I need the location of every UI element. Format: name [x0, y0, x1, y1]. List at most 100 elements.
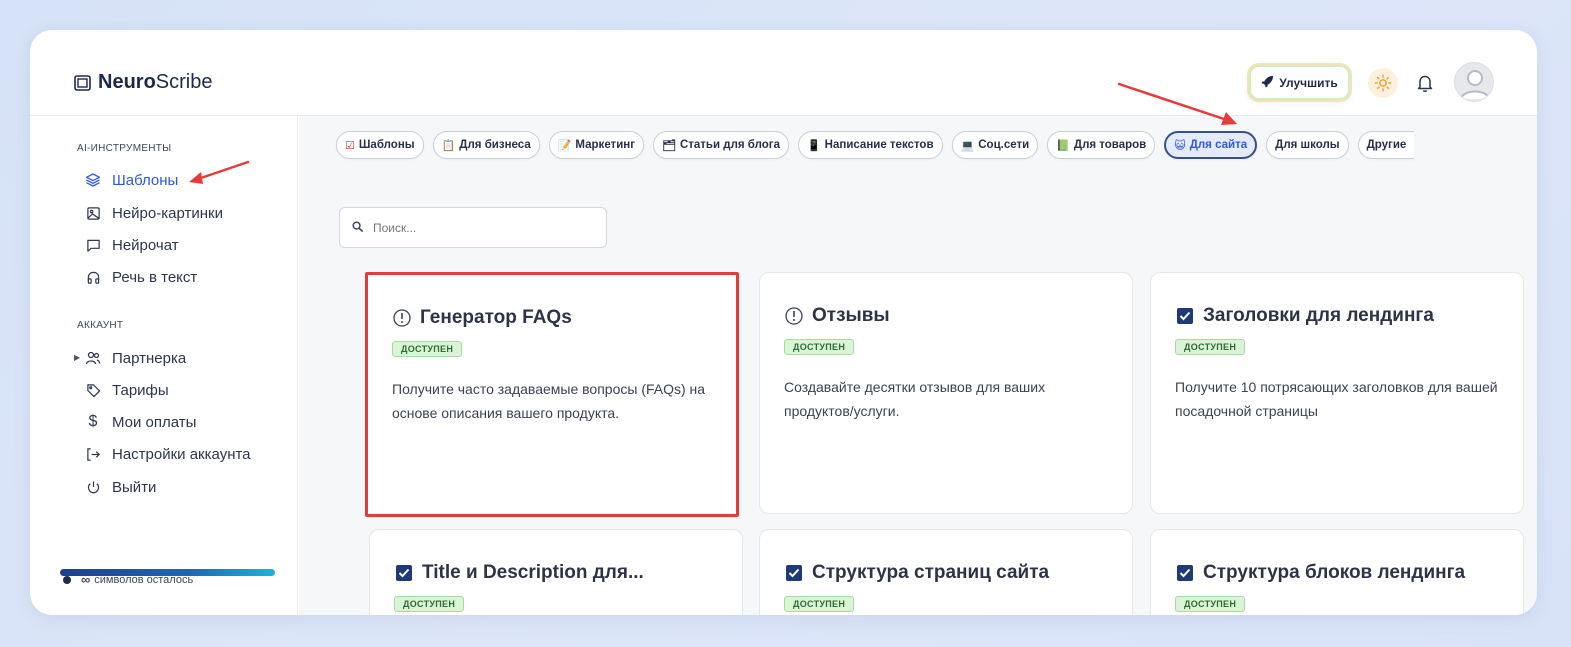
chip-website[interactable]: 😺 Для сайта [1164, 131, 1258, 159]
section-label-tools: AI-ИНСТРУМЕНТЫ [77, 143, 172, 154]
status-badge: ДОСТУПЕН [1175, 596, 1246, 612]
card-title: Отзывы [784, 305, 1108, 327]
chip-other[interactable]: Другие [1357, 131, 1415, 159]
chip-marketing[interactable]: 📝 Маркетинг [548, 131, 644, 159]
card-title-text: Заголовки для лендинга [1203, 305, 1434, 326]
sidebar-item-label: Партнерка [112, 349, 187, 367]
info-circle-icon [392, 308, 412, 328]
sidebar-item-label: Речь в текст [112, 268, 198, 286]
layers-icon [84, 171, 102, 189]
book-icon: 📗 [1056, 139, 1070, 152]
upgrade-label: Улучшить [1279, 75, 1338, 90]
template-card-title-description[interactable]: Title и Description для... ДОСТУПЕН [369, 529, 743, 615]
credits-progress-bar [60, 569, 275, 576]
sidebar-item-templates[interactable]: Шаблоны [84, 171, 178, 189]
main-content: ☑ Шаблоны 📋 Для бизнеса 📝 Маркетинг 🗂 Статьи… [299, 116, 1537, 615]
chat-icon [84, 236, 102, 254]
logout-arrow-icon [84, 445, 102, 463]
chip-label: Для товаров [1073, 139, 1147, 151]
sidebar-item-tariffs[interactable]: Тарифы [84, 381, 169, 399]
chip-label: Для школы [1275, 139, 1340, 151]
logo[interactable]: Neuro Scribe [74, 71, 213, 94]
template-card-site-structure[interactable]: Структура страниц сайта ДОСТУПЕН [759, 529, 1133, 615]
sidebar-item-label: Настройки аккаунта [112, 445, 251, 463]
checkbox-icon [1175, 563, 1195, 583]
chip-business[interactable]: 📋 Для бизнеса [432, 131, 540, 159]
checkbox-icon [394, 563, 414, 583]
chip-templates[interactable]: ☑ Шаблоны [336, 131, 424, 159]
notifications-bell-icon[interactable] [1414, 72, 1436, 94]
card-description: Создавайте десятки отзывов для ваших про… [784, 379, 1046, 419]
sidebar-item-neuro-images[interactable]: Нейро-картинки [84, 204, 223, 222]
sidebar-item-label: Нейрочат [112, 236, 179, 254]
card-title: Структура блоков лендинга [1175, 562, 1499, 584]
upgrade-button[interactable]: Улучшить [1249, 65, 1350, 100]
card-title: Структура страниц сайта [784, 562, 1108, 584]
image-icon [84, 204, 102, 222]
chip-label: Другие [1366, 139, 1407, 151]
logo-text-bold: Neuro [98, 71, 156, 93]
template-card-landing-headlines[interactable]: Заголовки для лендинга ДОСТУПЕН Получите… [1150, 272, 1524, 514]
power-icon [84, 478, 102, 496]
chip-label: Соц.сети [978, 139, 1030, 151]
card-title-text: Структура блоков лендинга [1203, 562, 1466, 583]
search-input[interactable] [373, 220, 583, 235]
headphones-icon [84, 268, 102, 286]
chip-label: Для бизнеса [459, 139, 531, 151]
users-icon [84, 349, 102, 367]
card-title-text: Title и Description для... [422, 562, 644, 583]
chip-label: Статьи для блога [679, 139, 780, 151]
card-description: Получите часто задаваемые вопросы (FAQs)… [392, 381, 706, 421]
chip-blog-articles[interactable]: 🗂 Статьи для блога [653, 131, 789, 159]
section-label-account: АККАУНТ [77, 320, 124, 331]
card-title: Генератор FAQs [392, 307, 712, 329]
sidebar: AI-ИНСТРУМЕНТЫ Шаблоны Нейро-картинки Не… [30, 116, 298, 615]
user-avatar[interactable] [1454, 62, 1494, 102]
checkbox-icon [784, 563, 804, 583]
status-badge: ДОСТУПЕН [394, 596, 465, 612]
dollar-icon: $ [88, 413, 98, 430]
logo-icon [74, 74, 91, 91]
template-card-landing-blocks[interactable]: Структура блоков лендинга ДОСТУПЕН [1150, 529, 1524, 615]
cat-face-icon: 😺 [1174, 139, 1186, 152]
chip-school[interactable]: Для школы [1266, 131, 1349, 159]
app-window: Neuro Scribe Улучшить AI-ИНСТРУМЕНТЫ Шаб… [30, 30, 1537, 615]
category-chips: ☑ Шаблоны 📋 Для бизнеса 📝 Маркетинг 🗂 Статьи… [336, 131, 1415, 159]
chip-copywriting[interactable]: 📱 Написание текстов [797, 131, 943, 159]
template-card-reviews[interactable]: Отзывы ДОСТУПЕН Создавайте десятки отзыв… [759, 272, 1133, 514]
sidebar-item-logout[interactable]: Выйти [84, 478, 156, 496]
credits-dot-icon [63, 575, 71, 584]
status-badge: ДОСТУПЕН [1175, 339, 1246, 355]
laptop-icon: 💻 [960, 139, 975, 152]
chip-social[interactable]: 💻 Соц.сети [951, 131, 1039, 159]
sidebar-item-my-payments[interactable]: $ Мои оплаты [84, 413, 197, 431]
sidebar-item-label: Мои оплаты [112, 413, 197, 431]
phone-icon: 📱 [806, 139, 821, 152]
sidebar-item-account-settings[interactable]: Настройки аккаунта [84, 445, 251, 463]
expand-caret-icon[interactable]: ▶ [74, 353, 80, 362]
sidebar-item-neurochat[interactable]: Нейрочат [84, 236, 179, 254]
status-badge: ДОСТУПЕН [784, 339, 855, 355]
search-box[interactable] [339, 207, 607, 248]
card-title: Title и Description для... [394, 562, 718, 584]
sidebar-item-label: Выйти [112, 478, 157, 496]
chip-label: Шаблоны [358, 139, 415, 151]
checkbox-icon [1175, 306, 1195, 326]
card-title-text: Генератор FAQs [420, 307, 572, 328]
chip-label: Для сайта [1189, 139, 1248, 151]
clipboard-icon: 📋 [441, 139, 456, 152]
theme-toggle-sun-icon[interactable] [1368, 68, 1398, 98]
card-title-text: Структура страниц сайта [812, 562, 1050, 583]
template-card-faq[interactable]: Генератор FAQs ДОСТУПЕН Получите часто з… [365, 272, 739, 517]
tag-icon [84, 381, 102, 399]
sidebar-item-speech-to-text[interactable]: Речь в текст [84, 268, 197, 286]
top-header: Neuro Scribe Улучшить [30, 30, 1537, 116]
card-description: Получите 10 потрясающих заголовков для в… [1175, 379, 1498, 419]
sidebar-item-label: Шаблоны [112, 171, 179, 189]
chip-products[interactable]: 📗 Для товаров [1047, 131, 1156, 159]
card-title: Заголовки для лендинга [1175, 305, 1499, 327]
folder-icon: 🗂 [662, 139, 676, 152]
checkbox-icon: ☑ [345, 139, 355, 152]
sidebar-item-partners[interactable]: Партнерка [84, 349, 186, 367]
status-badge: ДОСТУПЕН [784, 596, 855, 612]
